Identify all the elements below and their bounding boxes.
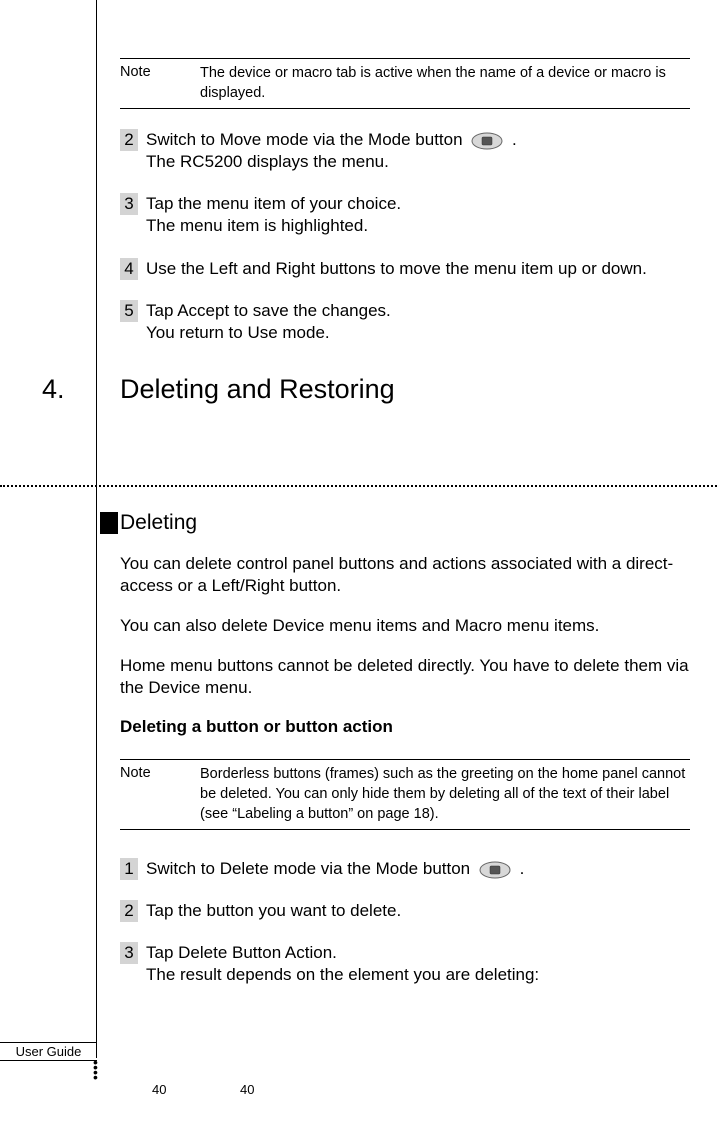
footer-label: User Guide	[0, 1042, 97, 1061]
section-heading-wrap: 4. Deleting and Restoring	[120, 374, 690, 405]
section-title: Deleting and Restoring	[120, 374, 395, 405]
step-text-post: .	[507, 130, 516, 149]
section-heading: 4. Deleting and Restoring	[120, 374, 690, 405]
step-text-pre: Tap Accept to save the changes.	[146, 301, 391, 320]
step-number: 3	[120, 942, 138, 964]
step-body: Tap Accept to save the changes. You retu…	[146, 300, 690, 344]
page-number: 40	[240, 1082, 254, 1097]
subsection-marker-icon	[100, 512, 118, 534]
step-body: Tap the menu item of your choice. The me…	[146, 193, 690, 237]
step-number: 5	[120, 300, 138, 322]
step-text-pre: Switch to Move mode via the Mode button	[146, 130, 467, 149]
step-item: 3 Tap the menu item of your choice. The …	[120, 193, 690, 237]
step-text-pre: Switch to Delete mode via the Mode butto…	[146, 859, 475, 878]
paragraph: You can also delete Device menu items an…	[120, 615, 690, 637]
note-text: The device or macro tab is active when t…	[200, 64, 690, 103]
step-text-pre: Use the Left and Right buttons to move t…	[146, 259, 647, 278]
paragraph: You can delete control panel buttons and…	[120, 553, 690, 597]
step-line2: The menu item is highlighted.	[146, 216, 368, 235]
paragraph: Home menu buttons cannot be deleted dire…	[120, 655, 690, 699]
step-item: 2 Tap the button you want to delete.	[120, 900, 690, 922]
vertical-rule	[96, 0, 97, 1058]
note-box-top: Note The device or macro tab is active w…	[120, 58, 690, 109]
step-line2: You return to Use mode.	[146, 323, 330, 342]
step-number: 3	[120, 193, 138, 215]
note-text: Borderless buttons (frames) such as the …	[200, 765, 690, 824]
subsection-heading: Deleting	[120, 511, 690, 535]
page-content: Note The device or macro tab is active w…	[120, 58, 690, 411]
bold-heading: Deleting a button or button action	[120, 717, 690, 737]
page-content-lower: Deleting You can delete control panel bu…	[120, 485, 690, 1007]
step-line2: The RC5200 displays the menu.	[146, 152, 389, 171]
step-body: Use the Left and Right buttons to move t…	[146, 258, 690, 280]
step-item: 4 Use the Left and Right buttons to move…	[120, 258, 690, 280]
step-item: 3 Tap Delete Button Action. The result d…	[120, 942, 690, 986]
step-text-pre: Tap the button you want to delete.	[146, 901, 401, 920]
step-item: 1 Switch to Delete mode via the Mode but…	[120, 858, 690, 880]
note-label: Note	[120, 64, 200, 103]
step-text-post: .	[515, 859, 524, 878]
step-body: Tap the button you want to delete.	[146, 900, 690, 922]
subsection-title: Deleting	[120, 511, 197, 535]
step-number: 4	[120, 258, 138, 280]
step-line2: The result depends on the element you ar…	[146, 965, 539, 984]
step-text-pre: Tap Delete Button Action.	[146, 943, 337, 962]
step-number: 1	[120, 858, 138, 880]
section-number: 4.	[42, 374, 65, 405]
note-box-bottom: Note Borderless buttons (frames) such as…	[120, 759, 690, 830]
step-text-pre: Tap the menu item of your choice.	[146, 194, 401, 213]
step-item: 5 Tap Accept to save the changes. You re…	[120, 300, 690, 344]
mode-button-icon	[471, 132, 503, 150]
step-number: 2	[120, 129, 138, 151]
footer-dots-icon: ••••	[93, 1060, 98, 1080]
step-number: 2	[120, 900, 138, 922]
mode-button-icon	[479, 861, 511, 879]
step-body: Switch to Move mode via the Mode button …	[146, 129, 690, 173]
page-number: 40	[152, 1082, 166, 1097]
step-body: Switch to Delete mode via the Mode butto…	[146, 858, 690, 880]
step-item: 2 Switch to Move mode via the Mode butto…	[120, 129, 690, 173]
step-body: Tap Delete Button Action. The result dep…	[146, 942, 690, 986]
note-label: Note	[120, 765, 200, 824]
